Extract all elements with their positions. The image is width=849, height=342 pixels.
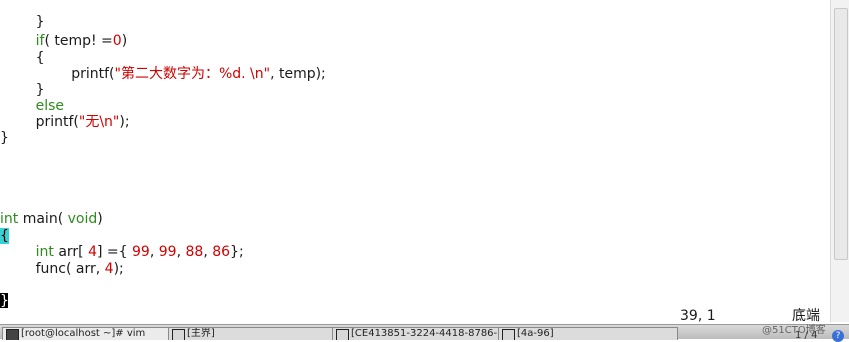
terminal-icon bbox=[6, 329, 19, 340]
taskbar-item-doc[interactable]: [CE413851-3224-4418-8786- bbox=[332, 327, 508, 340]
code-line-close-brace: } bbox=[0, 292, 9, 309]
code-line-2: if( temp! =0) bbox=[35, 33, 128, 49]
code-line-main: int main( void) bbox=[0, 211, 103, 227]
window-icon bbox=[172, 329, 185, 340]
taskbar-item-main[interactable]: [主界] bbox=[168, 327, 338, 340]
code-line-3: { bbox=[0, 50, 45, 66]
taskbar-item-misc[interactable]: [4a-96] bbox=[498, 327, 678, 340]
code-line-func: func( arr, 4); bbox=[35, 261, 124, 277]
code-line-arr: int arr[ 4] ={ 99, 99, 88, 86}; bbox=[35, 244, 244, 260]
taskbar: [root@localhost ~]# vim [主界] [CE413851-3… bbox=[0, 324, 849, 340]
code-line-4: printf("第二大数字为：%d. \n", temp); bbox=[71, 66, 326, 82]
taskbar-item-terminal[interactable]: [root@localhost ~]# vim bbox=[2, 327, 180, 340]
code-line-6: else bbox=[35, 98, 65, 114]
scrollbar-thumb[interactable] bbox=[834, 8, 848, 260]
code-line-8: } bbox=[0, 130, 9, 146]
cursor-position: 39, 1 bbox=[680, 308, 716, 324]
help-icon[interactable]: ? bbox=[832, 330, 844, 342]
matched-bracket: { bbox=[0, 228, 9, 244]
window-icon bbox=[502, 329, 515, 340]
code-line-open-brace: { bbox=[0, 228, 9, 245]
text-cursor: } bbox=[0, 292, 9, 309]
code-line-1: } bbox=[0, 14, 45, 30]
vertical-scrollbar[interactable] bbox=[830, 0, 849, 322]
window-icon bbox=[336, 329, 349, 340]
vim-editor[interactable]: } if( temp! =0) { printf("第二大数字为：%d. \n"… bbox=[0, 0, 830, 324]
code-line-7: printf("无\n"); bbox=[35, 114, 130, 130]
code-line-5: } bbox=[0, 82, 45, 98]
page-indicator: 1 / 4 bbox=[795, 330, 818, 341]
